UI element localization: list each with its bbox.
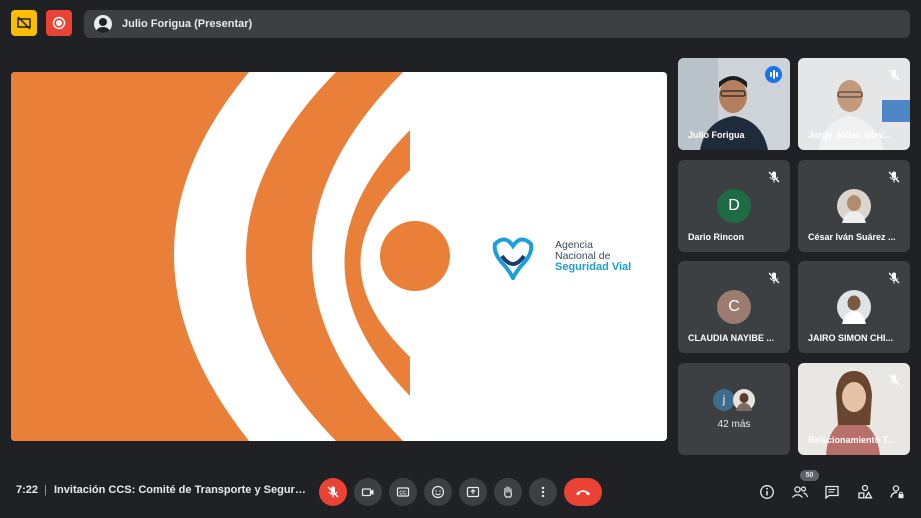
participant-name: Jorge Johan Olav...	[808, 130, 891, 140]
leave-call-button[interactable]	[564, 478, 602, 506]
people-icon	[792, 486, 809, 498]
separator: |	[44, 484, 47, 496]
present-screen-icon	[466, 486, 480, 498]
mic-off-icon	[327, 486, 339, 498]
mic-off-icon	[768, 171, 780, 183]
participant-name: JAIRO SIMON CHI...	[808, 333, 894, 343]
reactions-button[interactable]	[424, 478, 452, 506]
presentation-stage[interactable]: Agencia Nacional de Seguridad Vial	[11, 72, 667, 441]
presentation-status-icon[interactable]	[11, 10, 37, 36]
call-end-icon	[576, 490, 590, 496]
camera-icon	[361, 488, 374, 497]
participant-name: Julio Forigua	[688, 130, 745, 140]
mic-off-icon	[888, 272, 900, 284]
hand-icon	[504, 486, 512, 498]
meeting-title: Invitación CCS: Comité de Transporte y S…	[54, 484, 306, 496]
participant-name: Relacionamiento T...	[808, 435, 895, 445]
emoji-icon	[431, 485, 445, 499]
participant-tile[interactable]: JAIRO SIMON CHI...	[798, 261, 910, 353]
more-options-button[interactable]	[529, 478, 557, 506]
camera-toggle-button[interactable]	[354, 478, 382, 506]
participant-tile[interactable]: César Iván Suárez ...	[798, 160, 910, 252]
meeting-details-button[interactable]	[757, 482, 777, 502]
clock: 7:22	[16, 484, 39, 496]
more-avatar-initial: j	[713, 389, 735, 411]
participant-name: César Iván Suárez ...	[808, 232, 896, 242]
bottom-bar: 7:22 | Invitación CCS: Comité de Transpo…	[0, 464, 921, 518]
recording-icon[interactable]	[46, 10, 72, 36]
mic-toggle-button[interactable]	[319, 478, 347, 506]
speaking-indicator-icon	[765, 66, 782, 83]
participant-avatar	[837, 189, 871, 223]
logo-line-3: Seguridad Vial	[555, 261, 632, 273]
participant-tile[interactable]: D Dario Rincon	[678, 160, 790, 252]
chat-button[interactable]	[822, 482, 842, 502]
presenter-label: Julio Forigua (Presentar)	[122, 18, 253, 30]
mic-off-icon	[888, 374, 900, 386]
participant-avatar: D	[717, 189, 751, 223]
top-bar: Julio Forigua (Presentar)	[0, 0, 921, 48]
presenter-banner[interactable]: Julio Forigua (Presentar)	[84, 10, 910, 38]
activities-button[interactable]	[855, 482, 875, 502]
participant-avatar: C	[717, 290, 751, 324]
more-vert-icon	[541, 486, 545, 498]
ansv-logo-text: Agencia Nacional de Seguridad Vial	[555, 240, 631, 273]
participant-count-badge: 50	[800, 470, 819, 481]
more-avatar-photo	[733, 389, 755, 411]
more-participants-label: 42 más	[717, 419, 751, 430]
svg-text:CC: CC	[399, 490, 407, 496]
host-controls-button[interactable]	[887, 482, 907, 502]
activities-icon	[858, 484, 873, 499]
participant-avatar	[837, 290, 871, 324]
participant-tile[interactable]: C CLAUDIA NAYIBE ...	[678, 261, 790, 353]
more-participants-tile[interactable]: j 42 más	[678, 363, 790, 455]
captions-icon: CC	[396, 487, 410, 497]
present-screen-button[interactable]	[459, 478, 487, 506]
people-button[interactable]	[790, 482, 810, 502]
participant-tile[interactable]: Relacionamiento T...	[798, 363, 910, 455]
mic-off-icon	[888, 171, 900, 183]
mic-off-icon	[888, 69, 900, 81]
ansv-logo-icon	[492, 237, 534, 280]
mic-off-icon	[768, 272, 780, 284]
chat-icon	[825, 485, 839, 500]
participant-tile[interactable]: Julio Forigua	[678, 58, 790, 150]
presenter-avatar	[94, 15, 112, 33]
raise-hand-button[interactable]	[494, 478, 522, 506]
captions-button[interactable]: CC	[389, 478, 417, 506]
participant-name: CLAUDIA NAYIBE ...	[688, 333, 774, 343]
participant-name: Dario Rincon	[688, 232, 745, 242]
lock-person-icon	[890, 485, 904, 499]
info-icon	[760, 485, 774, 499]
participant-tile[interactable]: Jorge Johan Olav...	[798, 58, 910, 150]
